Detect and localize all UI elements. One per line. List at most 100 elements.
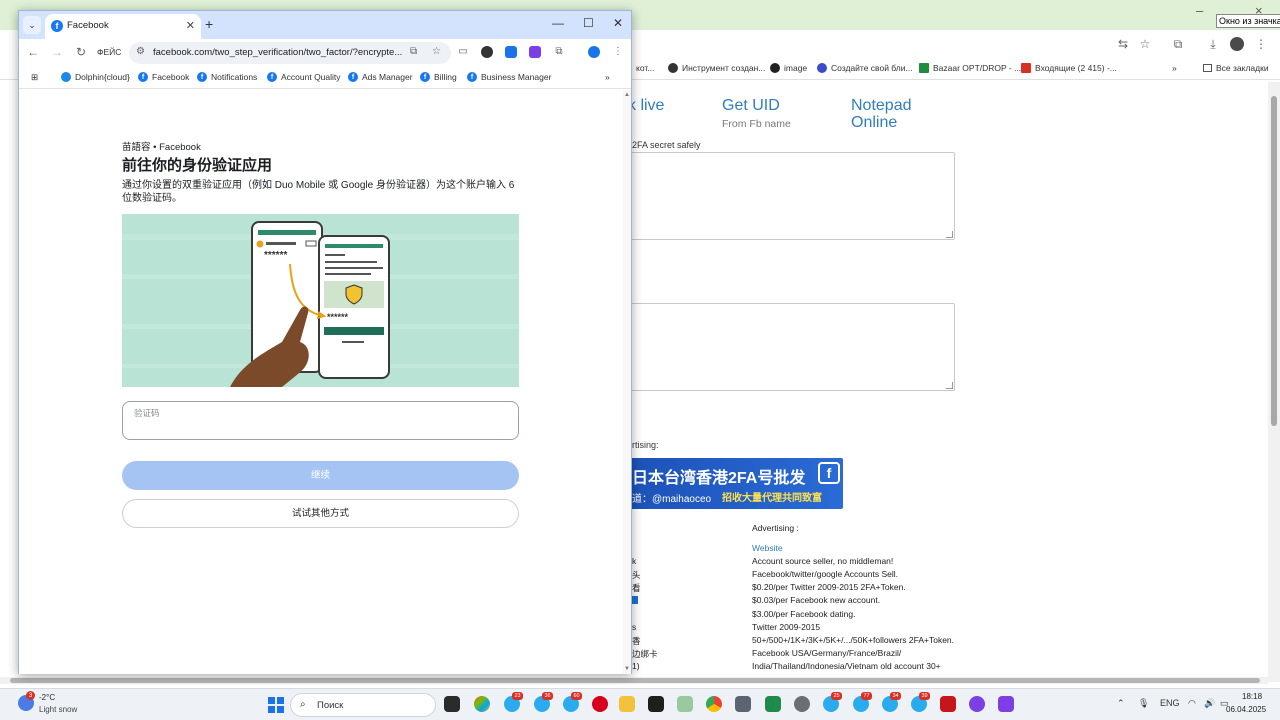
verification-code-input[interactable]: 验证码: [122, 401, 519, 440]
continue-button[interactable]: 继续: [122, 461, 519, 490]
scroll-down-icon[interactable]: ▼: [623, 666, 631, 672]
reload-icon[interactable]: ↻: [74, 45, 88, 59]
back-icon[interactable]: ←: [26, 45, 40, 59]
secret-label: 2FA secret safely: [632, 140, 701, 150]
bookmarks-overflow-icon[interactable]: »: [605, 72, 610, 82]
forward-icon[interactable]: →: [50, 45, 64, 59]
clock-date[interactable]: 06.04.2025: [1226, 705, 1266, 714]
bookmark-favicon-icon: [919, 63, 929, 73]
close-window-icon[interactable]: ✕: [613, 16, 623, 30]
send-icon[interactable]: [677, 696, 693, 712]
install-app-icon[interactable]: ⧉: [410, 46, 417, 57]
close-tab-icon[interactable]: ✕: [186, 19, 195, 32]
clock-time[interactable]: 18:18: [1242, 692, 1262, 701]
vertical-scrollbar[interactable]: [1268, 82, 1280, 682]
scrollbar-thumb[interactable]: [1271, 96, 1277, 426]
new-tab-icon[interactable]: +: [205, 16, 213, 32]
facebook-icon: f: [818, 462, 840, 484]
bookmark-item[interactable]: кот...: [636, 63, 654, 73]
start-icon[interactable]: [268, 697, 284, 713]
page-title: 前往你的身份验证应用: [122, 157, 273, 174]
bookmark-item[interactable]: image: [770, 63, 807, 73]
nav-link-notepad-line2[interactable]: Online: [851, 114, 897, 131]
translate-icon[interactable]: ⇆: [1116, 37, 1130, 51]
bookmark-item[interactable]: Создайте свой бли...: [817, 63, 913, 73]
star-icon[interactable]: ☆: [1138, 37, 1152, 51]
notepad-icon[interactable]: [765, 696, 781, 712]
bookmark-dolphin[interactable]: Dolphin{cloud}: [61, 72, 130, 82]
app-icon[interactable]: [940, 696, 956, 712]
apps-grid-icon[interactable]: ⊞: [31, 72, 38, 83]
wifi-icon[interactable]: ◠: [1188, 698, 1196, 709]
bookmark-billing[interactable]: f Billing: [420, 72, 457, 82]
profile-avatar[interactable]: [1230, 37, 1244, 51]
camera-icon[interactable]: ▭: [457, 46, 469, 58]
site-info-icon[interactable]: ⚙: [136, 46, 145, 57]
page-scrollbar[interactable]: ▲ ▼: [623, 90, 631, 674]
chrome-icon[interactable]: [706, 696, 722, 712]
nav-link-live[interactable]: k live: [628, 97, 664, 114]
tab-search-icon[interactable]: ⌄: [23, 16, 41, 34]
address-bar[interactable]: ⚙ facebook.com/two_step_verification/two…: [129, 42, 451, 64]
ad-banner[interactable]: 日本台湾香港2FA号批发 f 道：@maihaoceo 招收大量代理共同致富: [630, 458, 843, 509]
calculator-icon[interactable]: [735, 696, 751, 712]
notification-badge: 39: [919, 692, 930, 700]
taskbar-search[interactable]: ⌕ Поиск: [290, 693, 436, 717]
horizontal-scrollbar[interactable]: [0, 677, 1268, 684]
tab-facebook[interactable]: f Facebook ✕: [45, 14, 201, 39]
output-textarea[interactable]: [628, 303, 955, 391]
facebook-browser-window: ⌄ f Facebook ✕ + — ☐ ✕ ← → ↻ ФЕЙС ⚙ face…: [18, 10, 632, 674]
nav-link-notepad[interactable]: Notepad: [851, 97, 912, 114]
bookmark-facebook[interactable]: f Facebook: [138, 72, 189, 82]
tooltip: Окно из значка: [1216, 14, 1280, 28]
bookmark-account-quality[interactable]: f Account Quality: [267, 72, 341, 82]
scroll-up-icon[interactable]: ▲: [623, 92, 631, 98]
weather-description: Light snow: [39, 705, 78, 714]
copilot-icon[interactable]: [474, 696, 490, 712]
file-explorer-icon[interactable]: [619, 696, 635, 712]
extensions-icon[interactable]: ⧉: [1171, 37, 1185, 51]
menu-icon[interactable]: ⋮: [612, 46, 624, 58]
app-icon[interactable]: [998, 696, 1014, 712]
secret-textarea[interactable]: [628, 152, 955, 240]
left-fragment: 1): [632, 661, 640, 671]
minimize-icon[interactable]: —: [552, 16, 564, 30]
profile-label[interactable]: ФЕЙС: [97, 47, 121, 57]
tray-overflow-icon[interactable]: ⌃: [1117, 698, 1125, 709]
browser-toolbar: ← → ↻ ФЕЙС ⚙ facebook.com/two_step_verif…: [19, 39, 631, 67]
all-bookmarks[interactable]: Все закладки: [1203, 63, 1269, 73]
extension-icon[interactable]: [529, 46, 541, 58]
task-view-icon[interactable]: [444, 696, 460, 712]
minimize-icon[interactable]: –: [1196, 3, 1203, 18]
opera-icon[interactable]: [592, 696, 608, 712]
extensions-puzzle-icon[interactable]: ⧉: [553, 46, 565, 58]
profile-avatar[interactable]: [588, 46, 600, 58]
website-link[interactable]: Website: [752, 543, 783, 553]
gmail-icon: [1021, 63, 1031, 73]
bookmark-item[interactable]: Bazaar OPT/DROP - ...: [919, 63, 1021, 73]
bookmark-item[interactable]: Инструмент создан...: [668, 63, 765, 73]
terminal-icon[interactable]: [648, 696, 664, 712]
bookmark-ads-manager[interactable]: f Ads Manager: [348, 72, 413, 82]
try-another-way-button[interactable]: 试试其他方式: [122, 499, 519, 528]
menu-icon[interactable]: ⋮: [1254, 37, 1268, 51]
bookmark-business-manager[interactable]: f Business Manager: [467, 72, 551, 82]
extension-icon[interactable]: [505, 46, 517, 58]
url-text[interactable]: facebook.com/two_step_verification/two_f…: [153, 47, 402, 58]
volume-icon[interactable]: 🔊: [1204, 698, 1215, 709]
bookmark-item[interactable]: Входящие (2 415) -...: [1021, 63, 1117, 73]
scrollbar-thumb[interactable]: [10, 678, 1260, 683]
bookmarks-overflow-icon[interactable]: »: [1172, 63, 1177, 73]
settings-icon[interactable]: [794, 696, 810, 712]
app-icon[interactable]: [969, 696, 985, 712]
ad-banner-contact: 道：@maihaoceo: [632, 494, 712, 505]
nav-link-get-uid[interactable]: Get UID: [722, 97, 780, 114]
maximize-icon[interactable]: ☐: [583, 16, 594, 30]
language-indicator[interactable]: ENG: [1160, 698, 1180, 708]
bookmark-notifications[interactable]: f Notifications: [197, 72, 257, 82]
download-icon[interactable]: ⤓: [1206, 37, 1220, 51]
extension-icon[interactable]: [481, 46, 493, 58]
bookmark-star-icon[interactable]: ☆: [432, 46, 441, 57]
left-fragment: s: [632, 622, 637, 632]
microphone-icon[interactable]: 🎙: [1138, 698, 1149, 709]
